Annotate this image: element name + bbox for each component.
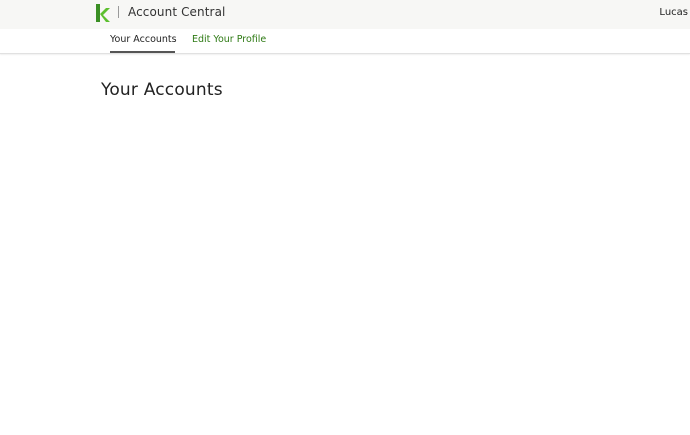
- header-divider: [118, 6, 119, 18]
- active-tab-indicator: [110, 51, 175, 53]
- k-logo-icon[interactable]: [96, 4, 110, 22]
- tab-edit-your-profile-label: Edit Your Profile: [192, 34, 267, 45]
- user-name-menu[interactable]: Lucas: [659, 6, 688, 19]
- top-bar: Account Central Lucas: [0, 0, 690, 29]
- tab-your-accounts-label: Your Accounts: [110, 34, 177, 45]
- tab-bar: Your Accounts Edit Your Profile: [0, 29, 690, 54]
- tab-edit-your-profile[interactable]: Edit Your Profile: [192, 29, 266, 53]
- tab-your-accounts[interactable]: Your Accounts: [110, 29, 177, 53]
- page-title: Your Accounts: [101, 80, 223, 100]
- app-title: Account Central: [128, 5, 226, 19]
